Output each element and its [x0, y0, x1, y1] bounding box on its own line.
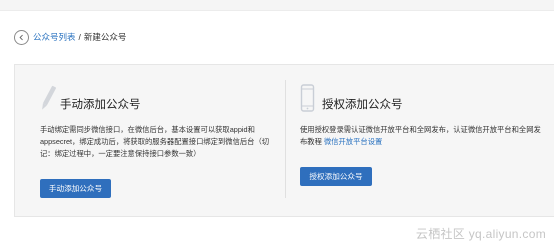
open-platform-settings-link[interactable]: 微信开放平台设置 [324, 137, 382, 146]
pencil-icon [42, 85, 56, 110]
manual-add-card: 手动添加公众号 手动绑定需同步微信接口，在微信后台，基本设置可以获取appid和… [40, 78, 280, 160]
manual-add-description: 手动绑定需同步微信接口，在微信后台，基本设置可以获取appid和appsecre… [40, 125, 270, 158]
breadcrumb-current: 新建公众号 [83, 32, 127, 42]
authorize-add-description: 使用授权登录需认证微信开放平台和全网发布，认证微信开放平台和全网发布教程 微信开… [300, 124, 548, 148]
authorize-add-button[interactable]: 授权添加公众号 [300, 167, 372, 186]
panel-divider [285, 80, 286, 198]
top-bar [0, 0, 554, 11]
breadcrumb-link-account-list[interactable]: 公众号列表 [33, 31, 76, 43]
back-icon[interactable] [14, 29, 29, 45]
authorize-add-card: 授权添加公众号 使用授权登录需认证微信开放平台和全网发布，认证微信开放平台和全网… [300, 78, 548, 148]
breadcrumb: 公众号列表 / 新建公众号 [14, 28, 126, 46]
manual-add-button[interactable]: 手动添加公众号 [40, 179, 111, 198]
breadcrumb-separator: / [78, 32, 81, 42]
manual-add-title: 手动添加公众号 [60, 99, 141, 111]
authorize-add-title: 授权添加公众号 [322, 99, 403, 111]
phone-icon [300, 84, 315, 112]
watermark: 云栖社区 yq.aliyun.com [415, 227, 546, 241]
